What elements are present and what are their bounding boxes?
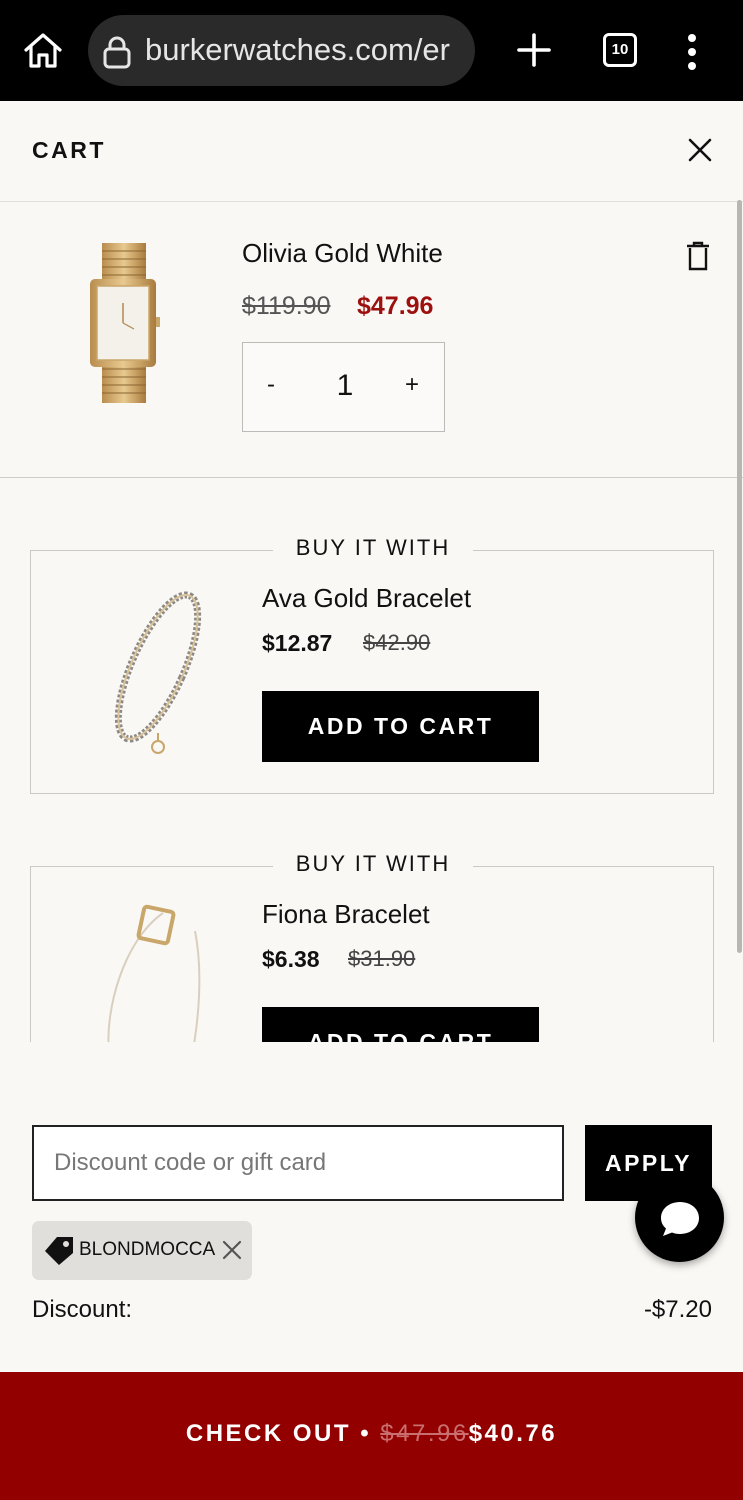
add-to-cart-button[interactable]: ADD TO CART (262, 1007, 539, 1042)
trash-icon[interactable] (686, 241, 710, 271)
close-icon[interactable] (688, 138, 712, 162)
upsell-heading: BUY IT WITH (273, 851, 473, 877)
new-tab-icon[interactable] (515, 31, 553, 69)
upsell-sale-price: $6.38 (262, 946, 320, 972)
item-compare-price: $119.90 (242, 292, 331, 320)
cart-title: CART (32, 137, 106, 163)
upsell-compare-price: $42.90 (363, 630, 431, 655)
quantity-decrease-button[interactable]: - (267, 371, 275, 399)
add-to-cart-button[interactable]: ADD TO CART (262, 691, 539, 762)
upsell-scroll-area[interactable]: BUY IT WITH Ava Gold Bracelet $12.87 $42… (0, 478, 743, 1042)
watch-product-image[interactable] (88, 243, 160, 403)
upsell-card: BUY IT WITH Ava Gold Bracelet $12.87 $42… (30, 535, 714, 794)
checkout-total: $40.76 (468, 1420, 558, 1447)
remove-code-icon[interactable] (222, 1240, 242, 1260)
scrollbar[interactable] (737, 200, 742, 953)
discount-label: Discount: (32, 1296, 133, 1323)
item-sale-price: $47.96 (357, 292, 434, 320)
quantity-stepper: - 1 + (242, 342, 445, 432)
ava-bracelet-image[interactable] (103, 585, 213, 755)
quantity-value[interactable]: 1 (333, 369, 357, 403)
checkout-label-row: CHECK OUT • $47.96$40.76 (0, 1420, 743, 1448)
discount-amount: -$7.20 (643, 1296, 712, 1323)
upsell-heading: BUY IT WITH (273, 535, 473, 561)
home-icon[interactable] (22, 30, 64, 70)
cart-header: CART (0, 101, 743, 202)
upsell-sale-price: $12.87 (262, 630, 333, 656)
browser-toolbar: burkerwatches.com/er 10 (0, 0, 743, 101)
item-name[interactable]: Olivia Gold White (242, 238, 443, 269)
checkout-button[interactable]: CHECK OUT • $47.96$40.76 (0, 1372, 743, 1500)
tag-icon (45, 1237, 73, 1265)
checkout-label: CHECK OUT (185, 1420, 352, 1447)
url-text: burkerwatches.com/er (145, 32, 450, 67)
discount-code-input[interactable] (32, 1125, 564, 1201)
quantity-increase-button[interactable]: + (405, 371, 419, 399)
checkout-separator: • (360, 1420, 372, 1447)
discount-code-text: BLONDMOCCA (79, 1239, 216, 1260)
upsell-product-name[interactable]: Fiona Bracelet (262, 899, 430, 930)
chat-button[interactable] (635, 1173, 724, 1262)
fiona-bracelet-image[interactable] (103, 901, 213, 1042)
upsell-product-name[interactable]: Ava Gold Bracelet (262, 583, 471, 614)
checkout-compare-total: $47.96 (380, 1420, 469, 1447)
upsell-compare-price: $31.90 (348, 946, 416, 971)
address-bar[interactable]: burkerwatches.com/er (88, 15, 475, 86)
upsell-card: BUY IT WITH Fiona Bracelet $6.38 $31.90 … (30, 851, 714, 1042)
tab-switcher-icon[interactable]: 10 (603, 33, 637, 67)
lock-icon (103, 36, 131, 69)
chat-bubble-icon (661, 1202, 699, 1236)
applied-discount-chip: BLONDMOCCA (32, 1221, 252, 1280)
kebab-menu-icon[interactable] (686, 34, 698, 70)
